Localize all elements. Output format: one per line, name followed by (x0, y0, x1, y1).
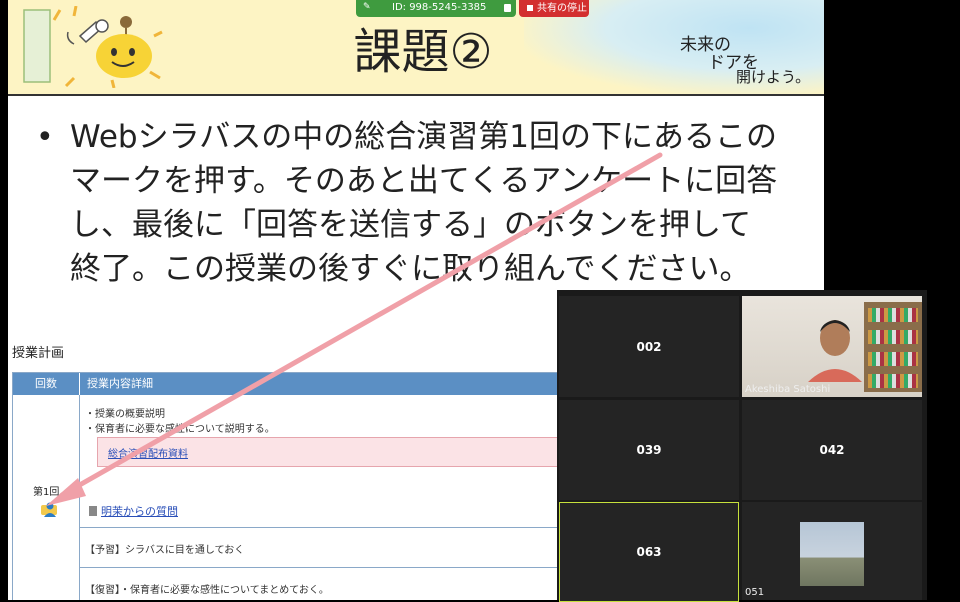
participant-gallery: 002 Akeshiba Satoshi 039 042 063 051 (557, 290, 927, 602)
participant-video-tile[interactable]: Akeshiba Satoshi (742, 296, 922, 397)
detail-line-2: ・保育者に必要な感性について説明する。 (85, 424, 275, 435)
stop-share-button[interactable]: 共有の停止 (519, 0, 589, 17)
participant-name: 051 (745, 587, 765, 598)
participant-avatar (808, 320, 862, 382)
participant-name: 002 (636, 339, 662, 354)
participant-name: 039 (636, 443, 662, 457)
material-link[interactable]: 総合演習配布資料 (108, 445, 188, 460)
bullet-text: Webシラバスの中の総合演習第1回の下にあるこのマークを押す。そのあと出てくるア… (70, 119, 778, 287)
row-divider (80, 567, 613, 568)
round-label: 第1回 (33, 487, 60, 498)
header-detail: 授業内容詳細 (87, 377, 153, 390)
material-box: 総合演習配布資料 (97, 437, 609, 467)
bookshelf (864, 302, 922, 392)
signal-icon: ✎ (363, 2, 371, 12)
sun-key-illustration-icon (23, 6, 163, 88)
document-icon (89, 506, 97, 516)
syllabus-heading: 授業計画 (12, 346, 65, 361)
participant-photo (800, 522, 864, 586)
prep-text: 【予習】シラバスに目を通しておく (85, 545, 245, 556)
lock-icon (504, 4, 511, 12)
question-link[interactable]: 明茉からの質問 (89, 503, 178, 519)
header-divider (8, 94, 824, 96)
column-divider (79, 395, 80, 600)
question-link-label: 明茉からの質問 (101, 505, 178, 518)
slide-title: 課題② (353, 24, 493, 80)
active-speaker-tile[interactable]: 063 (559, 502, 739, 602)
participant-tile[interactable]: 042 (742, 400, 922, 500)
share-toolbar: ✎ ID: 998-5245-3385 (356, 0, 516, 17)
row-divider (80, 527, 613, 528)
tagline-line-3: 開けよう。 (736, 68, 811, 86)
survey-person-icon[interactable] (39, 501, 59, 517)
participant-name: 063 (636, 545, 662, 559)
syllabus-table-header: 回数 授業内容詳細 (13, 373, 613, 395)
stop-share-label: 共有の停止 (537, 3, 587, 14)
participant-tile[interactable]: 002 (559, 296, 739, 397)
stop-icon (527, 5, 533, 11)
participant-name: 042 (819, 443, 845, 457)
bullet-marker: • (36, 120, 54, 155)
participant-name: Akeshiba Satoshi (745, 384, 831, 395)
header-round: 回数 (13, 373, 80, 395)
participant-tile[interactable]: 039 (559, 400, 739, 500)
meeting-id: ID: 998-5245-3385 (392, 2, 487, 13)
syllabus-table: 回数 授業内容詳細 ・授業の概要説明 ・保育者に必要な感性について説明する。 総… (12, 372, 614, 600)
review-text: 【復習】・保育者に必要な感性についてまとめておく。 (85, 585, 329, 596)
detail-line-1: ・授業の概要説明 (85, 409, 165, 420)
participant-tile[interactable]: 051 (742, 502, 922, 600)
tagline: 未来の ドアを 開けよう。 (680, 22, 824, 86)
